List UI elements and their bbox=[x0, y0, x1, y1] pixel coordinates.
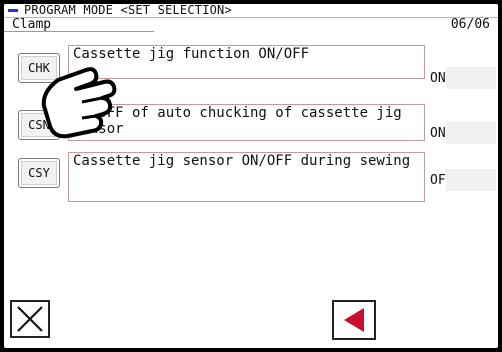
section-label: Clamp bbox=[12, 17, 52, 32]
value-box bbox=[446, 169, 496, 191]
screen: PROGRAM MODE <SET SELECTION> Clamp 06/06… bbox=[4, 4, 498, 348]
left-arrow-icon bbox=[344, 308, 364, 332]
code-button-csy[interactable]: CSY bbox=[18, 158, 60, 188]
value-box bbox=[446, 122, 496, 144]
value-field[interactable]: OF bbox=[426, 167, 498, 193]
value-field[interactable]: ON bbox=[426, 120, 498, 146]
subheader: Clamp 06/06 bbox=[4, 17, 498, 34]
value-text: ON bbox=[430, 126, 446, 141]
page-title: PROGRAM MODE <SET SELECTION> bbox=[24, 4, 232, 17]
value-field[interactable]: ON bbox=[426, 65, 498, 91]
minus-icon bbox=[8, 9, 18, 12]
value-text: ON bbox=[430, 71, 446, 86]
header-bar: PROGRAM MODE <SET SELECTION> bbox=[4, 4, 498, 18]
page-counter: 06/06 bbox=[450, 17, 490, 32]
back-button[interactable] bbox=[332, 300, 376, 340]
section-underline bbox=[4, 31, 154, 32]
close-button[interactable] bbox=[10, 300, 50, 338]
value-text: OF bbox=[430, 173, 446, 188]
value-box bbox=[446, 67, 496, 89]
list-item: CSY Cassette jig sensor ON/OFF during se… bbox=[4, 152, 498, 202]
hand-pointer-icon bbox=[41, 67, 117, 139]
description-field[interactable]: Cassette jig sensor ON/OFF during sewing bbox=[68, 152, 425, 202]
close-x-icon bbox=[17, 306, 43, 332]
